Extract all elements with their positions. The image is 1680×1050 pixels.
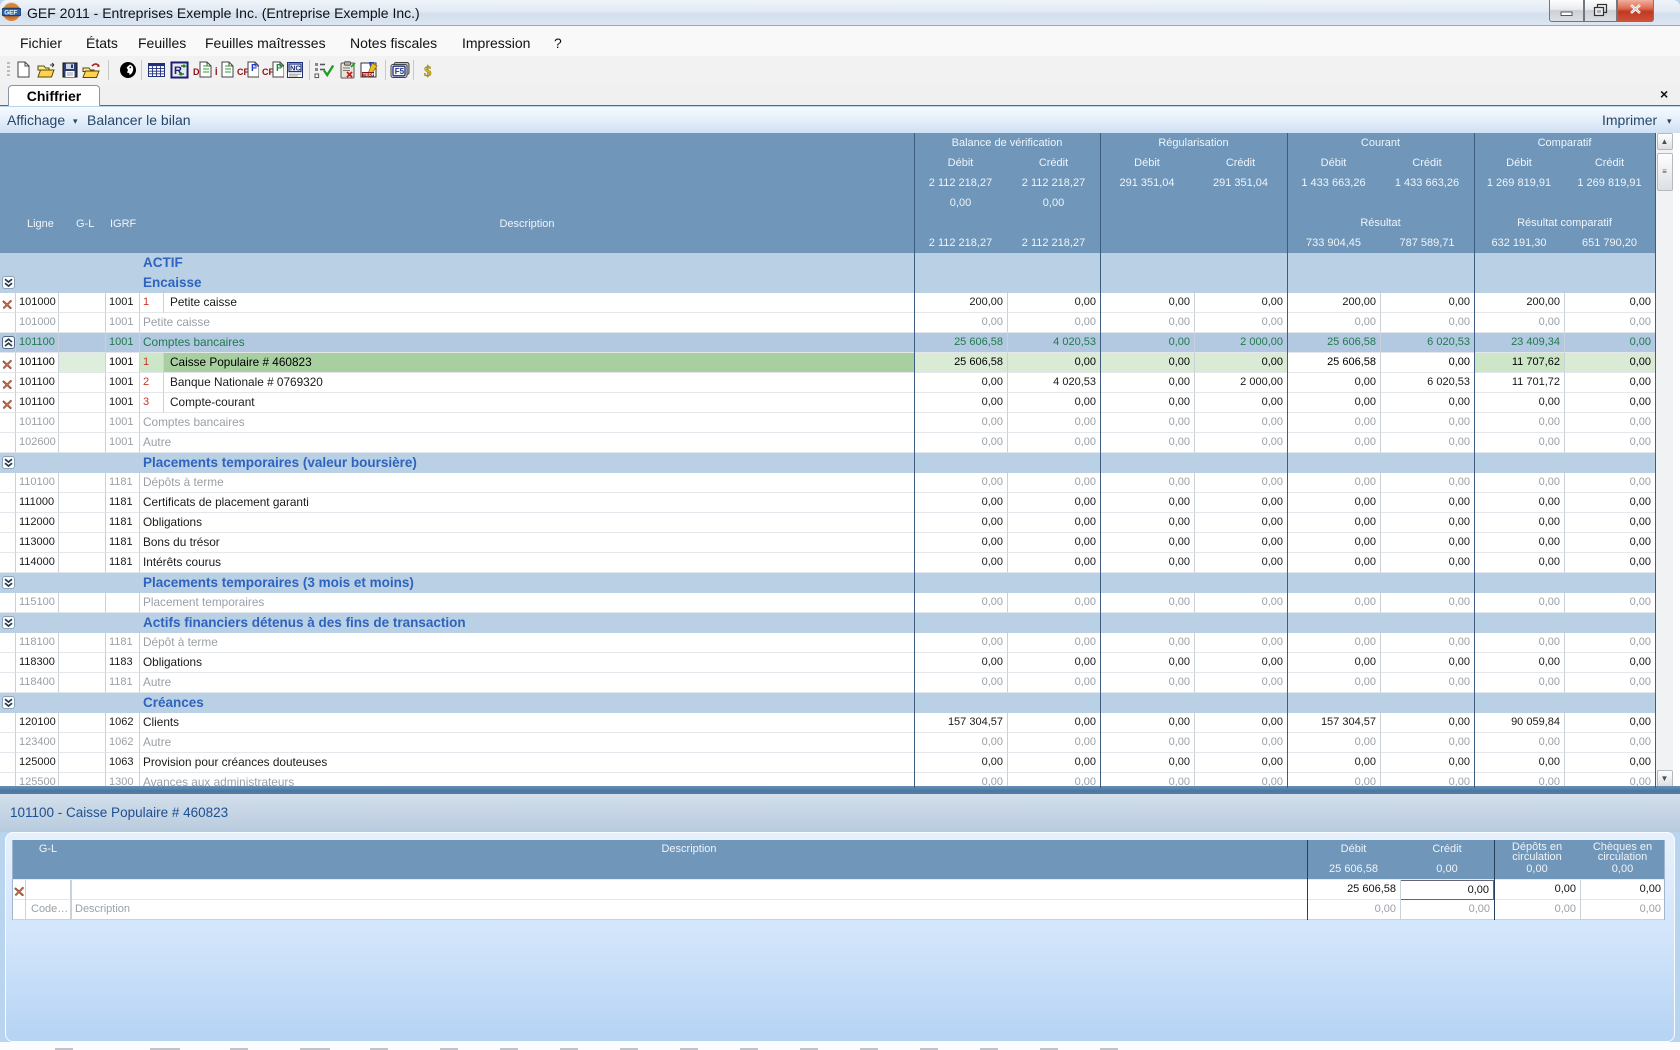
svg-text:D: D [193, 67, 200, 77]
svg-text:P: P [276, 63, 283, 74]
svg-text:$: $ [424, 64, 432, 79]
svg-text:TEDF: TEDF [363, 72, 375, 77]
svg-text:NC: NC [290, 64, 301, 73]
svg-text:F: F [251, 63, 257, 74]
svg-text:İ: İ [215, 67, 218, 77]
svg-text:F5: F5 [395, 67, 405, 76]
svg-text:GEF: GEF [4, 10, 17, 17]
